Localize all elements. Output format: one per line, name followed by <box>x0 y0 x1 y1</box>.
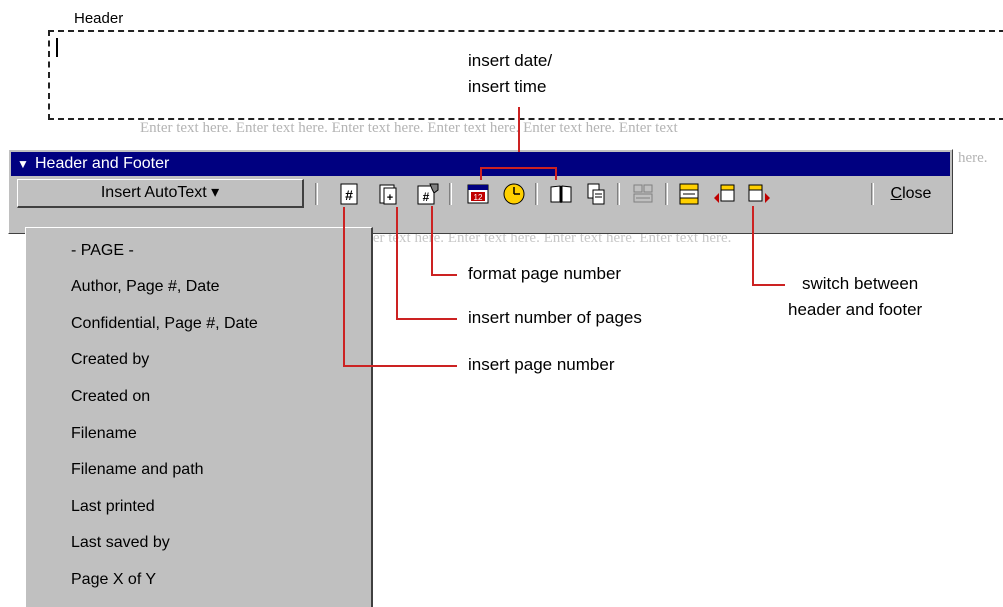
switch-header-footer-icon <box>679 183 699 205</box>
menu-item-last-printed[interactable]: Last printed <box>71 498 155 516</box>
insert-number-of-pages-icon: + <box>379 184 397 205</box>
insert-time-button[interactable] <box>501 181 527 207</box>
format-page-number-button[interactable]: # <box>414 181 440 207</box>
show-next-icon <box>748 184 770 203</box>
header-label: Header <box>72 10 126 27</box>
annotation-format-page-number: format page number <box>468 264 622 283</box>
svg-text:+: + <box>387 192 393 204</box>
menu-item-last-saved-by[interactable]: Last saved by <box>71 534 170 552</box>
toolbar-titlebar[interactable]: ▼ Header and Footer <box>11 152 950 176</box>
insert-date-icon: 12 <box>467 184 489 204</box>
svg-text:12: 12 <box>474 193 483 202</box>
close-button[interactable]: Close <box>876 181 946 207</box>
insert-date-button[interactable]: 12 <box>465 181 491 207</box>
page-setup-button[interactable] <box>548 181 574 207</box>
header-area[interactable] <box>48 30 1003 120</box>
document-body-text-wrap: here. <box>958 150 988 166</box>
document-body-text: Enter text here. Enter text here. Enter … <box>140 120 678 136</box>
toolbar-separator <box>617 183 620 205</box>
menu-item-filename[interactable]: Filename <box>71 425 137 443</box>
same-as-previous-icon <box>633 184 653 203</box>
menu-item-author-page-date[interactable]: Author, Page #, Date <box>71 278 220 296</box>
insert-number-of-pages-button[interactable]: + <box>375 181 401 207</box>
switch-header-footer-button[interactable] <box>676 181 702 207</box>
svg-text:#: # <box>423 190 430 204</box>
insert-page-number-icon: # <box>340 183 358 205</box>
annotation-insert-number-of-pages: insert number of pages <box>468 308 642 327</box>
menu-item-filename-and-path[interactable]: Filename and path <box>71 461 204 479</box>
annotation-insert-page-number: insert page number <box>468 355 615 374</box>
show-next-button[interactable] <box>746 181 772 207</box>
menu-item-page-x-of-y[interactable]: Page X of Y <box>71 571 156 589</box>
insert-time-icon <box>503 183 525 205</box>
toolbar-title: Header and Footer <box>35 155 170 172</box>
menu-item-page[interactable]: - PAGE - <box>71 242 134 260</box>
toolbar-separator <box>665 183 668 205</box>
show-previous-icon <box>714 184 735 203</box>
show-hide-document-text-button[interactable] <box>583 181 609 207</box>
show-hide-document-text-icon <box>587 183 605 205</box>
header-footer-toolbar: ▼ Header and Footer Insert AutoText ▾ # … <box>8 149 953 234</box>
same-as-previous-button[interactable] <box>630 181 656 207</box>
toolbar-separator <box>535 183 538 205</box>
toolbar-separator <box>315 183 318 205</box>
annotation-switch-line1: switch between <box>802 274 919 293</box>
annotation-insert-date: insert date/ <box>468 51 553 70</box>
menu-item-created-on[interactable]: Created on <box>71 388 150 406</box>
toolbar-menu-arrow-icon[interactable]: ▼ <box>17 152 29 176</box>
show-previous-button[interactable] <box>712 181 738 207</box>
autotext-menu: - PAGE - Author, Page #, Date Confidenti… <box>25 227 373 607</box>
format-page-number-icon: # <box>417 183 439 205</box>
annotation-switch-line2: header and footer <box>788 300 923 319</box>
text-cursor <box>56 38 58 57</box>
page-setup-icon <box>550 185 572 203</box>
insert-autotext-button[interactable]: Insert AutoText ▾ <box>17 179 304 208</box>
menu-item-created-by[interactable]: Created by <box>71 351 149 369</box>
menu-item-confidential-page-date[interactable]: Confidential, Page #, Date <box>71 315 258 333</box>
close-label: Close <box>890 185 932 202</box>
toolbar-separator <box>449 183 452 205</box>
annotation-insert-time: insert time <box>468 77 547 96</box>
insert-page-number-button[interactable]: # <box>336 181 362 207</box>
svg-text:#: # <box>345 187 353 203</box>
toolbar-separator <box>871 183 874 205</box>
